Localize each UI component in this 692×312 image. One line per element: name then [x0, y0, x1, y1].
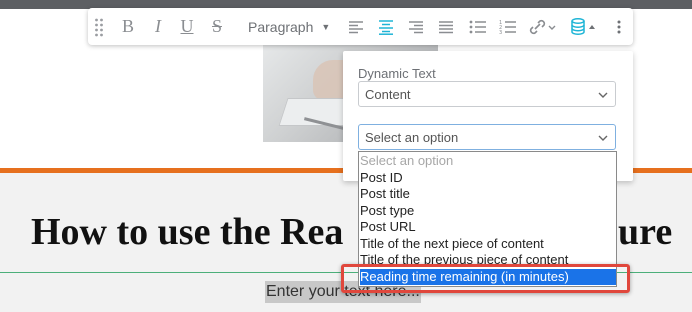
option-next-content-title[interactable]: Title of the next piece of content [360, 236, 616, 252]
align-left-icon[interactable] [346, 8, 366, 45]
paragraph-format-dropdown[interactable]: Paragraph ▼ [248, 8, 338, 45]
option-post-title[interactable]: Post title [360, 186, 616, 202]
underline-button[interactable]: U [176, 8, 198, 45]
link-icon[interactable] [525, 8, 559, 45]
numbered-list-icon[interactable]: 123 [497, 8, 519, 45]
justify-icon[interactable] [436, 8, 456, 45]
dynamic-field-value: Select an option [365, 130, 459, 145]
database-icon[interactable] [569, 8, 601, 45]
option-post-type[interactable]: Post type [360, 203, 616, 219]
dynamic-source-select[interactable]: Content [358, 81, 616, 107]
text-formatting-toolbar: B I U S Paragraph ▼ 123 [88, 8, 633, 45]
align-right-icon[interactable] [406, 8, 426, 45]
bulleted-list-icon[interactable] [467, 8, 489, 45]
drag-handle-icon[interactable] [92, 8, 106, 45]
svg-text:3: 3 [499, 30, 502, 35]
chevron-down-icon [598, 82, 608, 117]
option-placeholder: Select an option [360, 153, 454, 168]
post-headline-tail[interactable]: ure [618, 210, 672, 254]
italic-button[interactable]: I [148, 8, 168, 45]
annotation-highlight-box [341, 264, 630, 293]
strikethrough-button[interactable]: S [206, 8, 228, 45]
option-post-url[interactable]: Post URL [360, 219, 616, 235]
post-headline[interactable]: How to use the Rea [31, 210, 343, 254]
dynamic-source-value: Content [365, 87, 411, 102]
paragraph-format-label: Paragraph [248, 18, 314, 35]
caret-down-icon: ▼ [321, 21, 331, 32]
align-center-icon[interactable] [376, 8, 396, 45]
option-post-id[interactable]: Post ID [360, 170, 616, 186]
more-options-icon[interactable] [612, 8, 626, 45]
bold-button[interactable]: B [118, 8, 138, 45]
dynamic-field-select[interactable]: Select an option [358, 124, 616, 150]
dynamic-text-title: Dynamic Text [358, 66, 436, 81]
